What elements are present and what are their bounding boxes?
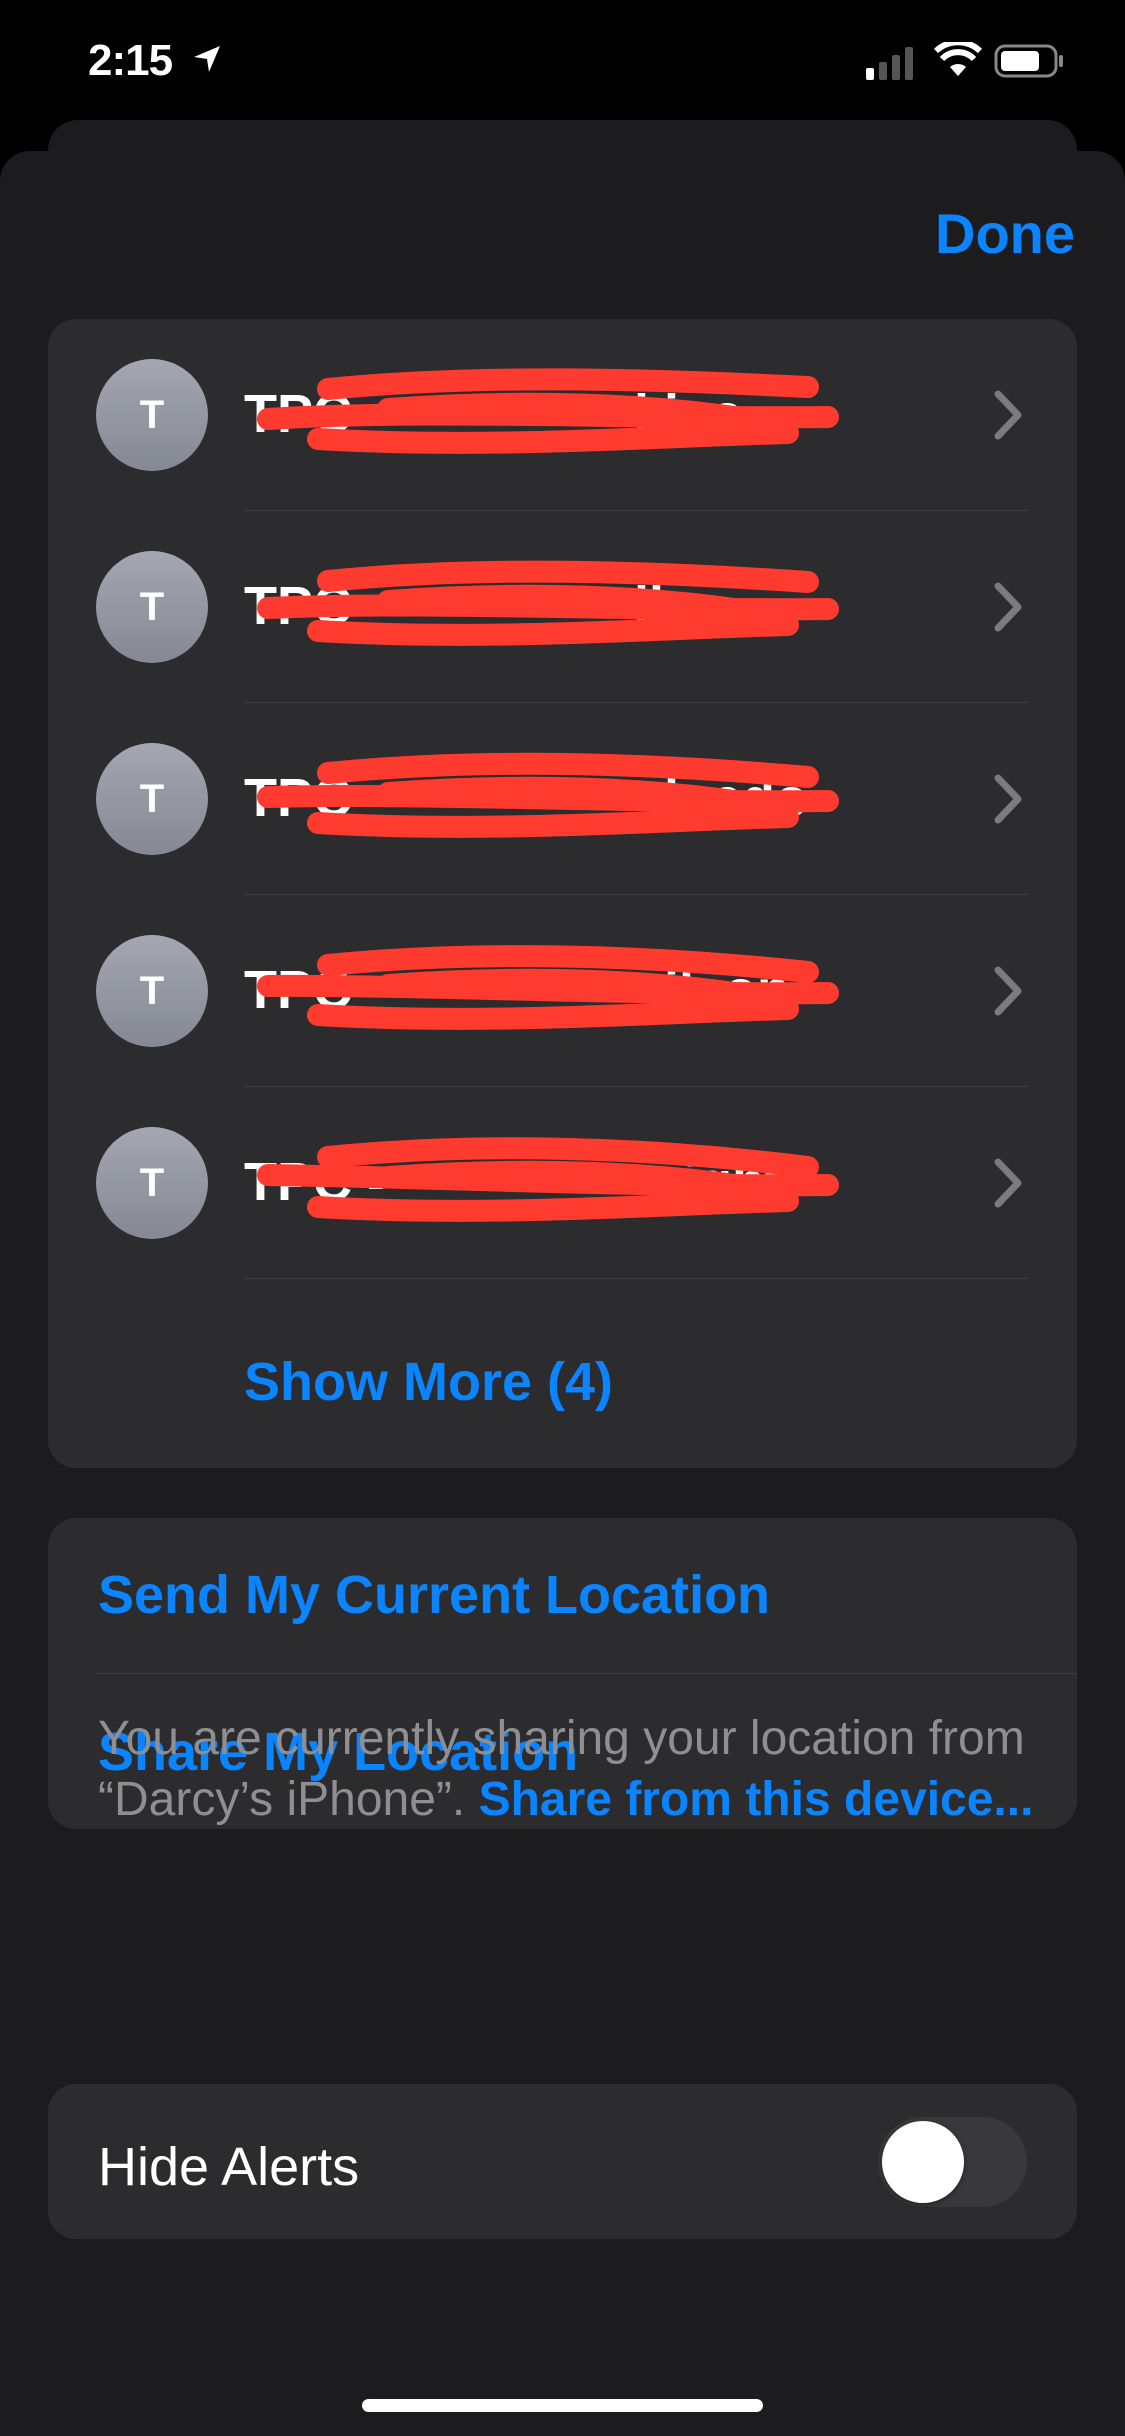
avatar: T xyxy=(96,935,208,1047)
avatar-initial: T xyxy=(139,1160,165,1205)
avatar: T xyxy=(96,359,208,471)
chevron-right-icon xyxy=(994,774,1022,824)
chevron-right-icon xyxy=(994,1158,1022,1208)
done-button[interactable]: Done xyxy=(935,201,1075,266)
wifi-icon xyxy=(934,42,982,76)
contact-row[interactable]: T TPC - lgado xyxy=(48,703,1077,895)
status-time: 2:15 xyxy=(88,36,173,85)
redaction-scribble xyxy=(257,752,839,838)
avatar: T xyxy=(96,551,208,663)
avatar-initial: T xyxy=(139,392,165,437)
contact-row[interactable]: T TPC - ight xyxy=(48,1087,1077,1279)
redaction-scribble xyxy=(257,368,839,454)
battery-icon xyxy=(994,44,1063,78)
chevron-right-icon xyxy=(994,582,1022,632)
chevron-right-icon xyxy=(994,390,1022,440)
status-bar: 2:15 xyxy=(0,0,1125,120)
divider xyxy=(244,1278,1029,1279)
avatar: T xyxy=(96,1127,208,1239)
hide-alerts-label: Hide Alerts xyxy=(98,2137,360,2197)
contact-row[interactable]: T TPC - kins xyxy=(48,319,1077,511)
redaction-scribble xyxy=(257,560,839,646)
hide-alerts-row: Hide Alerts xyxy=(48,2084,1077,2239)
avatar-initial: T xyxy=(139,776,165,821)
avatar: T xyxy=(96,743,208,855)
send-current-location-button[interactable]: Send My Current Location xyxy=(98,1564,770,1626)
redaction-scribble xyxy=(257,945,839,1030)
sharing-info-text: You are currently sharing your location … xyxy=(98,1708,1058,1830)
avatar-initial: T xyxy=(139,968,165,1013)
contact-row[interactable]: T TPC - iles xyxy=(48,511,1077,703)
hide-alerts-toggle[interactable] xyxy=(878,2117,1027,2207)
divider xyxy=(96,1673,1077,1674)
avatar-initial: T xyxy=(139,584,165,629)
redaction-scribble xyxy=(257,1137,839,1222)
cellular-signal-icon xyxy=(866,47,913,80)
share-from-this-device-link[interactable]: Share from this device... xyxy=(479,1773,1034,1826)
home-indicator xyxy=(362,2399,763,2412)
location-arrow-icon xyxy=(194,46,220,72)
contact-row[interactable]: T TPC - ilson xyxy=(48,895,1077,1087)
contacts-list: T TPC - kins T TPC - iles T TPC - lgado T T… xyxy=(48,319,1077,1468)
toggle-knob xyxy=(882,2121,964,2203)
chevron-right-icon xyxy=(994,966,1022,1016)
show-more-button[interactable]: Show More (4) xyxy=(244,1351,613,1413)
